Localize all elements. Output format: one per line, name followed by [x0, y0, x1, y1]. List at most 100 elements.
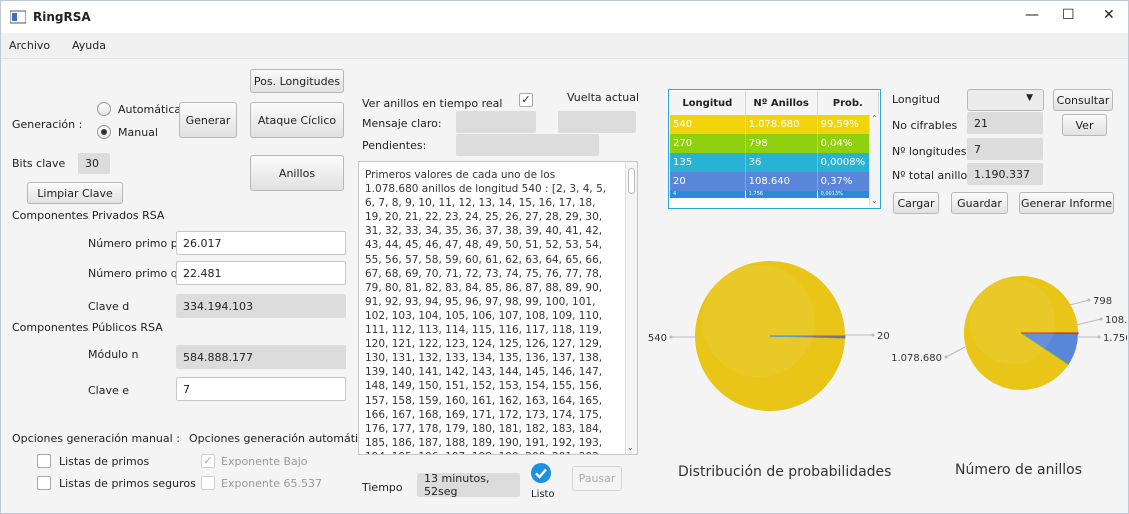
table-header-row: Longitud Nº Anillos Prob. [670, 91, 880, 115]
cargar-button[interactable]: Cargar [893, 192, 939, 214]
pie-label: 798 [1093, 296, 1112, 307]
listas-primos-label: Listas de primos [59, 455, 150, 468]
exponente-65537-checkbox[interactable] [201, 476, 215, 490]
pie-label-dot [669, 335, 673, 339]
probability-table[interactable]: Longitud Nº Anillos Prob. 540 1.078.680 99… [670, 91, 880, 198]
ring-values-textarea[interactable]: Primeros valores de cada uno de los 1.07… [358, 161, 638, 455]
table-cell-anillos: 1.078.680 [745, 115, 818, 134]
main-window: RingRSA — ☐ ✕ Archivo Ayuda Pos. Longitu… [0, 0, 1129, 514]
menu-archivo[interactable]: Archivo [9, 39, 50, 52]
pie-label-dot [1099, 317, 1103, 321]
primo-p-field[interactable]: 26.017 [176, 231, 346, 255]
rings-pie-chart: 798 108.640 1.756 1.078.680 [891, 275, 1127, 390]
pie-label: 540 [648, 333, 667, 344]
privados-header: Componentes Privados RSA [12, 209, 165, 222]
ring-values-text: Primeros valores de cada uno de los 1.07… [365, 169, 607, 454]
ring-scrollbar-thumb[interactable] [628, 168, 635, 194]
table-cell-anillos: 1.756 [745, 191, 818, 198]
scroll-down-icon[interactable]: ⌄ [871, 196, 878, 205]
ver-anillos-checkbox[interactable]: ✓ [519, 93, 533, 107]
primo-q-field[interactable]: 22.481 [176, 261, 346, 285]
ring-scrollbar[interactable]: ⌄ [625, 162, 637, 454]
clave-e-field[interactable]: 7 [176, 377, 346, 401]
pie-label-dot [1097, 335, 1101, 339]
n-longitudes-field[interactable]: 7 [967, 138, 1043, 160]
generar-button[interactable]: Generar [179, 102, 237, 138]
anillos-chart-title: Número de anillos [955, 462, 1082, 478]
table-row[interactable]: 135 36 0,0008% [670, 153, 880, 172]
table-cell-anillos: 798 [745, 134, 818, 153]
maximize-button[interactable]: ☐ [1062, 7, 1075, 23]
bits-clave-field[interactable]: 30 [78, 153, 110, 174]
listas-primos-checkbox[interactable] [37, 454, 51, 468]
app-icon [10, 10, 26, 24]
bits-clave-label: Bits clave [12, 157, 66, 170]
pie-label-dot [1087, 298, 1091, 302]
pie-highlight [969, 278, 1056, 365]
table-cell-anillos: 36 [745, 153, 818, 172]
opciones-manual-header: Opciones generación manual : [12, 432, 180, 445]
ver-anillos-label: Ver anillos en tiempo real [362, 97, 503, 110]
table-row[interactable]: 20 108.640 0,37% [670, 172, 880, 191]
check-circle-icon [531, 463, 551, 483]
exponente-bajo-checkbox[interactable]: ✓ [201, 454, 215, 468]
table-row[interactable]: 270 798 0,04% [670, 134, 880, 153]
mensaje-claro-label: Mensaje claro: [362, 117, 442, 130]
column-header[interactable]: Prob. [817, 91, 880, 115]
pie-label-line [945, 346, 966, 358]
primo-p-label: Número primo p [88, 237, 178, 250]
anillos-button[interactable]: Anillos [250, 155, 344, 191]
pie-label: 1.078.680 [891, 353, 942, 364]
radio-manual-label: Manual [118, 126, 158, 139]
table-cell-longitud: 4 [670, 191, 746, 198]
radio-automatica[interactable] [97, 102, 111, 116]
listas-seguros-checkbox[interactable] [37, 476, 51, 490]
menu-ayuda[interactable]: Ayuda [72, 39, 106, 52]
menu-bar: Archivo Ayuda [1, 33, 1128, 59]
consultar-button[interactable]: Consultar [1053, 89, 1113, 111]
ver-button[interactable]: Ver [1062, 114, 1107, 136]
ataque-ciclico-button[interactable]: Ataque Cíclico [250, 102, 344, 138]
column-header[interactable]: Longitud [670, 91, 746, 115]
minimize-button[interactable]: — [1025, 7, 1039, 23]
pie-highlight [702, 264, 815, 378]
pendientes-field[interactable] [456, 134, 599, 156]
vuelta-actual-field[interactable] [558, 111, 636, 133]
clave-d-label: Clave d [88, 300, 130, 313]
column-header[interactable]: Nº Anillos [745, 91, 818, 115]
clave-e-label: Clave e [88, 384, 130, 397]
clave-d-field[interactable]: 334.194.103 [176, 294, 346, 318]
scroll-down-icon[interactable]: ⌄ [627, 443, 634, 452]
table-cell-longitud: 135 [670, 153, 746, 172]
limpiar-clave-button[interactable]: Limpiar Clave [27, 182, 123, 204]
no-cifrables-field[interactable]: 21 [967, 112, 1043, 134]
pendientes-label: Pendientes: [362, 139, 427, 152]
no-cifrables-label: No cifrables [892, 119, 958, 132]
pie-label-line [1075, 318, 1102, 326]
opciones-auto-header: Opciones generación automática: [189, 432, 375, 445]
table-row[interactable]: 4 1.756 0,0013% [670, 191, 880, 198]
pie-label-dot [944, 355, 948, 359]
dist-chart-title: Distribución de probabilidades [678, 464, 892, 480]
guardar-button[interactable]: Guardar [951, 192, 1008, 214]
table-scrollbar[interactable]: ⌃ ⌄ [869, 114, 880, 207]
longitud-dropdown[interactable]: ▼ [967, 89, 1044, 111]
n-total-anillos-field[interactable]: 1.190.337 [967, 163, 1043, 185]
generar-informe-button[interactable]: Generar Informe [1019, 192, 1114, 214]
primo-q-label: Número primo q [88, 267, 178, 280]
pie-label-dot [871, 333, 875, 337]
mensaje-claro-field[interactable] [456, 111, 536, 133]
pie-label: 108.640 [1105, 315, 1127, 326]
modulo-n-field[interactable]: 584.888.177 [176, 345, 346, 369]
radio-manual[interactable] [97, 125, 111, 139]
tiempo-field[interactable]: 13 minutos, 52seg [417, 472, 520, 498]
pausar-button[interactable]: Pausar [572, 466, 622, 491]
vuelta-actual-label: Vuelta actual [567, 91, 639, 104]
close-button[interactable]: ✕ [1103, 7, 1115, 23]
probability-pie-chart: 540 20 [648, 260, 890, 411]
pos-longitudes-button[interactable]: Pos. Longitudes [250, 69, 344, 93]
pie-label: 1.756 [1103, 333, 1127, 344]
longitud-label: Longitud [892, 93, 940, 106]
scroll-up-icon[interactable]: ⌃ [871, 114, 878, 123]
table-row[interactable]: 540 1.078.680 99,59% [670, 115, 880, 134]
